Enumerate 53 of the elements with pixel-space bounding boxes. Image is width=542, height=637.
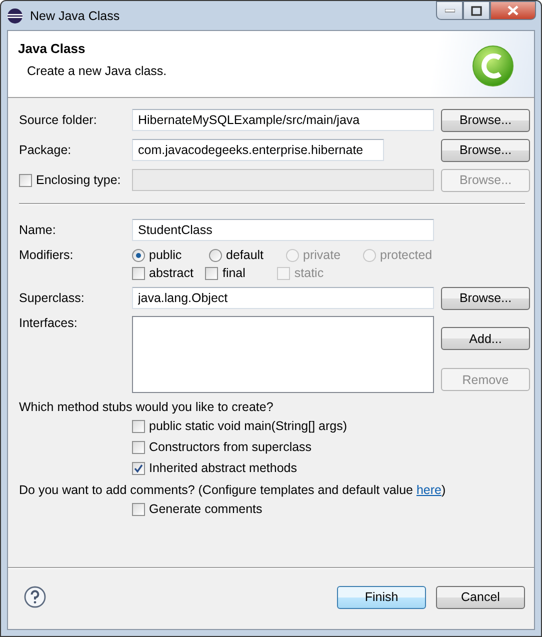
- class-icon: [472, 45, 514, 87]
- input-field[interactable]: HibernateMySQLExample/src/main/java: [132, 109, 434, 131]
- button[interactable]: Browse...: [441, 286, 530, 310]
- radio-label: protected: [380, 248, 432, 262]
- checkbox[interactable]: [132, 420, 145, 432]
- minimize-icon: [444, 8, 454, 12]
- checkbox[interactable]: [132, 266, 145, 280]
- minimize-button[interactable]: [436, 1, 463, 20]
- checkbox-label: Generate comments: [149, 502, 262, 516]
- checkbox-label: abstract: [149, 266, 194, 280]
- radio-label: public: [149, 248, 182, 262]
- checkbox-label: final: [222, 266, 246, 280]
- checkbox[interactable]: [132, 502, 145, 516]
- button[interactable]: Add...: [441, 327, 530, 350]
- field-label: Modifiers:: [19, 248, 74, 262]
- checkbox-label: public static void main(String[] args): [149, 419, 347, 433]
- button[interactable]: Cancel: [436, 586, 525, 608]
- radio-label: private: [303, 248, 341, 262]
- checkbox-label: Enclosing type:: [36, 173, 121, 187]
- input-field[interactable]: java.lang.Object: [132, 287, 434, 309]
- button[interactable]: Finish: [337, 586, 426, 608]
- help-icon[interactable]: [24, 586, 46, 608]
- page-description: Create a new Java class.: [27, 64, 167, 78]
- checkbox[interactable]: [19, 174, 32, 186]
- maximize-icon: [471, 6, 482, 16]
- button[interactable]: Browse...: [441, 138, 530, 162]
- checkbox[interactable]: [132, 440, 145, 454]
- field-label: Name:: [19, 223, 57, 237]
- field-label: Superclass:: [19, 291, 86, 305]
- radio-label: default: [226, 248, 264, 262]
- close-button[interactable]: [490, 1, 536, 20]
- comments-prompt: Do you want to add comments? (Configure templates and default value here): [19, 483, 447, 497]
- eclipse-icon: [7, 8, 23, 24]
- stubs-prompt: Which method stubs would you like to create?: [19, 400, 274, 414]
- checkbox-label: Inherited abstract methods: [149, 461, 297, 475]
- checkbox-label: static: [294, 266, 324, 280]
- input-field[interactable]: com.javacodegeeks.enterprise.hibernate: [132, 139, 384, 161]
- maximize-button[interactable]: [463, 1, 490, 20]
- radio-button[interactable]: [132, 248, 145, 262]
- window-title: New Java Class: [30, 8, 120, 22]
- field-label: Source folder:: [19, 113, 98, 127]
- field-label: Package:: [19, 143, 72, 157]
- page-title: Java Class: [18, 41, 86, 56]
- checkbox[interactable]: [205, 266, 218, 280]
- here-link[interactable]: here: [416, 483, 442, 497]
- close-icon: [507, 5, 519, 16]
- interfaces-list[interactable]: [132, 316, 434, 393]
- button[interactable]: Browse...: [441, 108, 530, 132]
- checkbox[interactable]: [132, 462, 145, 474]
- input-field[interactable]: StudentClass: [132, 219, 434, 241]
- radio-button[interactable]: [209, 248, 222, 262]
- checkbox-label: Constructors from superclass: [149, 440, 312, 454]
- field-label: Interfaces:: [19, 316, 78, 332]
